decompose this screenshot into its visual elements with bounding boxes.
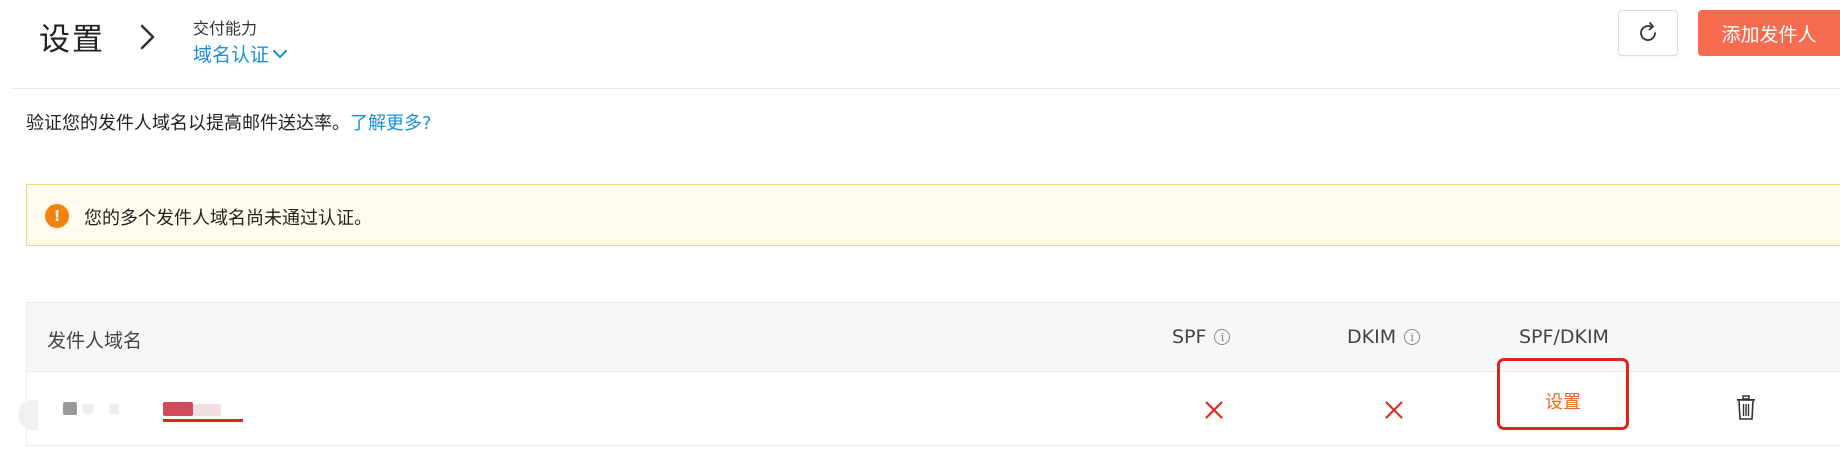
trash-icon[interactable] [1735,395,1757,421]
column-label: SPF [1172,326,1207,348]
refresh-button[interactable] [1618,10,1678,56]
exclamation-icon: ! [45,204,69,228]
warning-alert: ! 您的多个发件人域名尚未通过认证。 [26,184,1840,246]
column-header-spf: SPF i [1172,326,1231,348]
learn-more-link[interactable]: 了解更多? [350,113,432,134]
column-label: 发件人域名 [47,330,143,352]
spf-fail-icon [1205,401,1223,419]
chevron-right-icon [140,24,155,50]
setup-link[interactable]: 设置 [1545,388,1581,414]
domain-name-redacted [51,398,281,422]
dkim-fail-icon [1385,401,1403,419]
column-label: SPF/DKIM [1519,326,1609,348]
info-icon[interactable]: i [1404,329,1421,345]
alert-text: 您的多个发件人域名尚未通过认证。 [84,208,372,229]
column-label: DKIM [1347,326,1397,348]
breadcrumb-current: 域名认证 [193,44,270,66]
chevron-down-icon [273,49,288,58]
breadcrumb-section: 交付能力 [193,19,258,38]
column-header-dkim: DKIM i [1347,326,1421,348]
column-header-spf-dkim: SPF/DKIM [1519,326,1609,348]
page-title: 设置 [39,22,105,58]
column-header-domain: 发件人域名 [47,326,142,353]
description: 验证您的发件人域名以提高邮件送达率。了解更多? [26,109,432,135]
setup-highlight: 设置 [1497,358,1629,430]
add-sender-button[interactable]: 添加发件人 [1698,10,1840,56]
row-drag-handle[interactable] [18,400,38,430]
description-text: 验证您的发件人域名以提高邮件送达率。 [26,113,350,134]
refresh-icon [1640,22,1656,41]
header-divider [10,88,1840,89]
info-icon[interactable]: i [1214,329,1231,345]
domain-auth-dropdown[interactable]: 域名认证 [193,40,289,67]
